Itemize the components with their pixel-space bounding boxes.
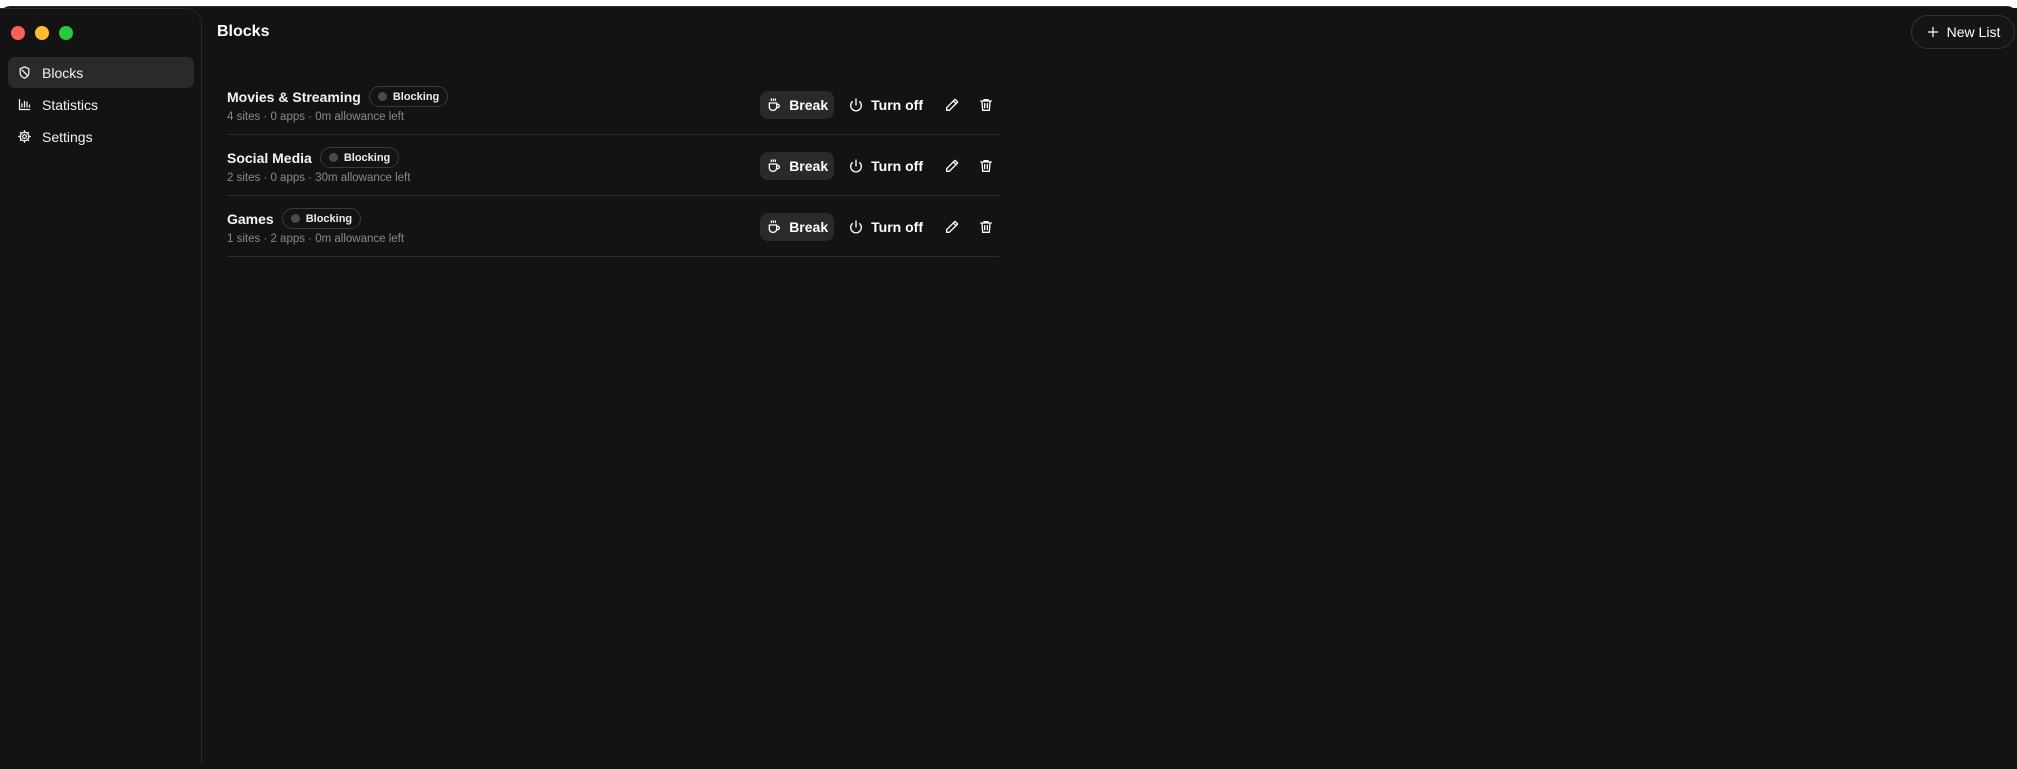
maximize-window-button[interactable]: [59, 26, 73, 40]
sidebar-item-label: Blocks: [42, 64, 84, 81]
turn-off-label: Turn off: [871, 219, 923, 235]
power-icon: [850, 98, 863, 112]
turn-off-label: Turn off: [871, 97, 923, 113]
new-list-label: New List: [1946, 24, 2001, 40]
block-list-title: Movies & Streaming Blocking: [227, 86, 449, 107]
pencil-icon: [946, 159, 959, 172]
block-list-row: Social Media Blocking 2 sites · 0 apps ·…: [227, 135, 999, 196]
status-dot-icon: [328, 153, 338, 162]
pencil-icon: [946, 98, 959, 111]
edit-button[interactable]: [939, 213, 965, 241]
sidebar-item-statistics[interactable]: Statistics: [8, 89, 194, 120]
block-list-meta: 4 sites · 0 apps · 0m allowance left: [227, 111, 405, 123]
row-actions: Break Turn off: [760, 152, 999, 180]
block-lists: Movies & Streaming Blocking 4 sites · 0 …: [227, 74, 999, 257]
edit-button[interactable]: [939, 91, 965, 119]
delete-button[interactable]: [973, 152, 999, 180]
turn-off-label: Turn off: [871, 158, 923, 174]
status-dot-icon: [377, 92, 387, 101]
trash-icon: [980, 221, 992, 233]
turn-off-button[interactable]: Turn off: [848, 152, 923, 180]
status-badge: Blocking: [368, 86, 449, 107]
trash-icon: [980, 99, 992, 111]
block-list-row: Movies & Streaming Blocking 4 sites · 0 …: [227, 74, 999, 135]
window-controls: [11, 26, 73, 40]
block-list-name: Movies & Streaming: [227, 88, 361, 105]
block-list-title: Social Media Blocking: [227, 147, 400, 168]
row-actions: Break Turn off: [760, 91, 999, 119]
status-dot-icon: [290, 214, 300, 223]
sidebar-item-label: Settings: [42, 128, 93, 145]
power-icon: [850, 159, 863, 173]
status-label: Blocking: [392, 90, 440, 103]
sidebar-item-blocks[interactable]: Blocks: [8, 57, 194, 88]
turn-off-button[interactable]: Turn off: [848, 213, 923, 241]
sidebar-nav: Blocks Statistics Settings: [8, 57, 194, 153]
break-label: Break: [789, 97, 829, 113]
page-title: Blocks: [217, 23, 270, 40]
status-badge: Blocking: [319, 147, 400, 168]
block-list-meta: 2 sites · 0 apps · 30m allowance left: [227, 172, 411, 184]
row-actions: Break Turn off: [760, 213, 999, 241]
power-icon: [850, 220, 863, 234]
shield-icon: [19, 66, 30, 79]
break-label: Break: [789, 158, 829, 174]
status-label: Blocking: [343, 151, 391, 164]
new-list-button[interactable]: New List: [1911, 15, 2015, 49]
coffee-cup-icon: [768, 220, 781, 233]
turn-off-button[interactable]: Turn off: [848, 91, 923, 119]
block-list-title: Games Blocking: [227, 208, 362, 229]
status-badge: Blocking: [281, 208, 362, 229]
block-list-meta: 1 sites · 2 apps · 0m allowance left: [227, 233, 405, 245]
delete-button[interactable]: [973, 91, 999, 119]
trash-icon: [980, 160, 992, 172]
break-button[interactable]: Break: [760, 152, 835, 180]
break-button[interactable]: Break: [760, 91, 835, 119]
pencil-icon: [946, 220, 959, 233]
break-label: Break: [789, 219, 829, 235]
coffee-cup-icon: [768, 98, 781, 111]
delete-button[interactable]: [973, 213, 999, 241]
block-list-name: Social Media: [227, 149, 312, 166]
sidebar: Blocks Statistics Settings: [0, 8, 202, 763]
coffee-cup-icon: [768, 159, 781, 172]
edit-button[interactable]: [939, 152, 965, 180]
sidebar-item-settings[interactable]: Settings: [8, 121, 194, 152]
sidebar-item-label: Statistics: [42, 96, 99, 113]
gear-icon: [18, 130, 31, 143]
close-window-button[interactable]: [11, 26, 25, 40]
minimize-window-button[interactable]: [35, 26, 49, 40]
break-button[interactable]: Break: [760, 213, 835, 241]
block-list-name: Games: [227, 210, 274, 227]
bar-chart-icon: [18, 98, 31, 111]
status-label: Blocking: [305, 212, 353, 225]
plus-icon: [1927, 26, 1938, 38]
block-list-row: Games Blocking 1 sites · 2 apps · 0m all…: [227, 196, 999, 257]
